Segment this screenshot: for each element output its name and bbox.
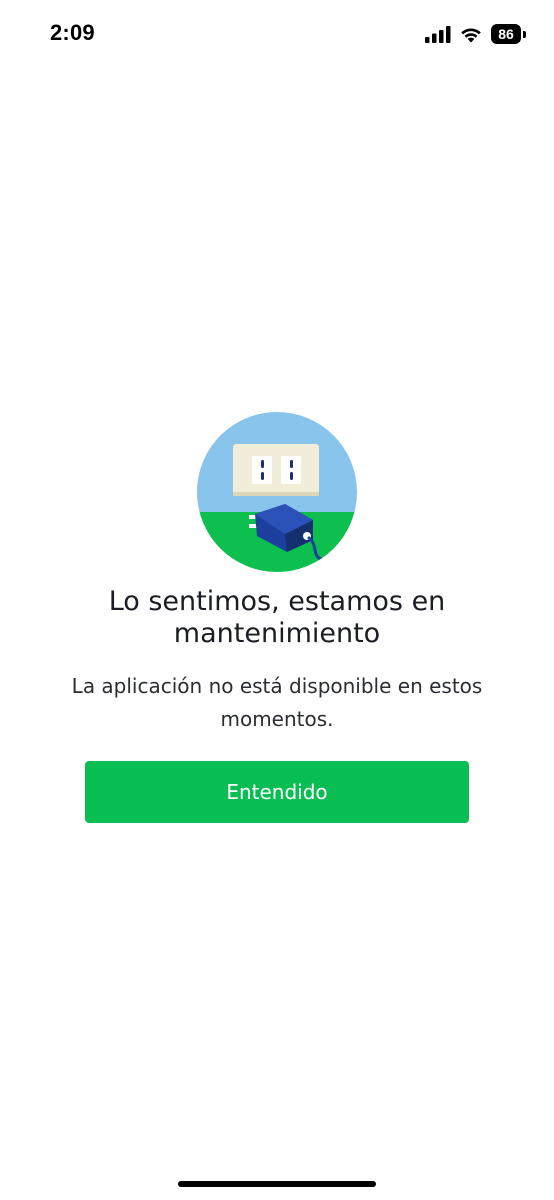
understood-button[interactable]: Entendido (85, 761, 469, 823)
battery-level: 86 (491, 24, 521, 44)
wifi-icon (461, 28, 481, 43)
page-subtitle: La aplicación no está disponible en esto… (71, 674, 483, 731)
status-time: 2:09 (50, 20, 95, 45)
status-bar: 2:09 86 (0, 0, 554, 72)
signal-icon (425, 26, 451, 43)
outlet-plate (233, 444, 319, 496)
battery-icon: 86 (491, 24, 526, 44)
status-icons: 86 (425, 24, 526, 44)
page-title: Lo sentimos, estamos en mantenimiento (108, 586, 446, 649)
home-indicator[interactable] (178, 1181, 376, 1187)
unplugged-outlet-illustration (197, 412, 357, 572)
battery-cap (523, 30, 526, 38)
